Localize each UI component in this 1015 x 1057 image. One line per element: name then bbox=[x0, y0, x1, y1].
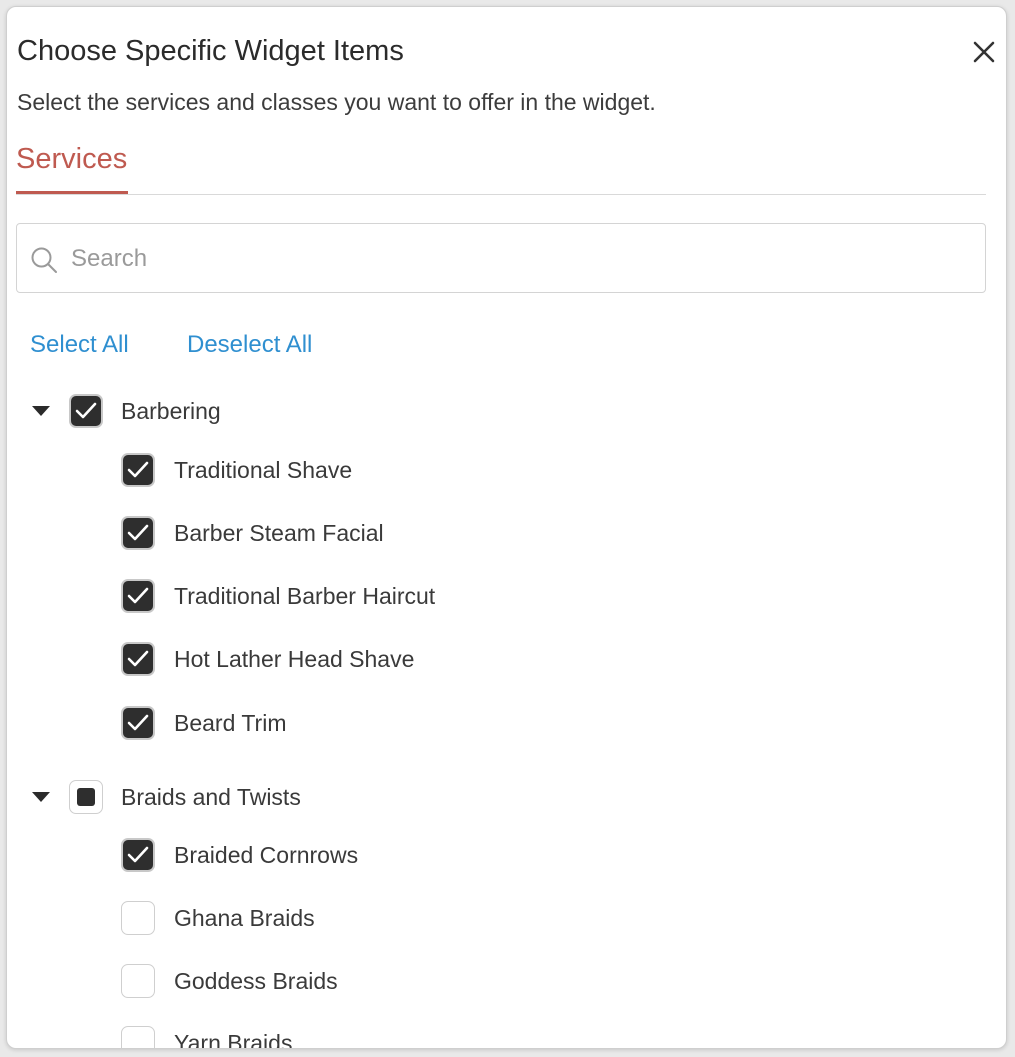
list-item: Traditional Barber Haircut bbox=[121, 577, 721, 617]
group-label: Barbering bbox=[121, 398, 221, 424]
select-all-link[interactable]: Select All bbox=[30, 329, 129, 361]
list-item: Goddess Braids bbox=[121, 962, 721, 1002]
dialog-subtitle: Select the services and classes you want… bbox=[17, 89, 656, 115]
item-label: Barber Steam Facial bbox=[174, 520, 384, 546]
checkmark-icon bbox=[127, 714, 149, 731]
checkmark-icon bbox=[127, 846, 149, 863]
caret-down-icon[interactable] bbox=[31, 790, 51, 804]
tab-bar: Services bbox=[16, 137, 986, 195]
list-item: Yarn Braids bbox=[121, 1024, 721, 1049]
item-checkbox[interactable] bbox=[121, 964, 155, 998]
group-checkbox-braids-and-twists[interactable] bbox=[69, 780, 103, 814]
search-box bbox=[16, 223, 986, 294]
group-checkbox-barbering[interactable] bbox=[69, 394, 103, 428]
item-label: Ghana Braids bbox=[174, 905, 315, 931]
checkmark-icon bbox=[127, 524, 149, 541]
checkmark-icon bbox=[127, 650, 149, 667]
item-checkbox[interactable] bbox=[121, 579, 155, 613]
search-icon bbox=[31, 247, 57, 273]
item-checkbox[interactable] bbox=[121, 642, 155, 676]
item-label: Hot Lather Head Shave bbox=[174, 646, 415, 672]
checkmark-icon bbox=[127, 461, 149, 478]
item-checkbox[interactable] bbox=[121, 453, 155, 487]
item-checkbox[interactable] bbox=[121, 838, 155, 872]
list-item: Ghana Braids bbox=[121, 899, 721, 939]
list-item: Hot Lather Head Shave bbox=[121, 640, 721, 680]
list-item: Barber Steam Facial bbox=[121, 514, 721, 554]
search-input[interactable] bbox=[69, 224, 973, 294]
item-label: Beard Trim bbox=[174, 710, 287, 736]
checkmark-icon bbox=[127, 587, 149, 604]
item-checkbox[interactable] bbox=[121, 1026, 155, 1048]
dialog-title: Choose Specific Widget Items bbox=[17, 35, 404, 67]
group-row-barbering: Barbering bbox=[31, 391, 531, 431]
deselect-all-link[interactable]: Deselect All bbox=[187, 329, 312, 361]
item-checkbox[interactable] bbox=[121, 516, 155, 550]
item-label: Traditional Shave bbox=[174, 457, 353, 483]
checkmark-icon bbox=[75, 402, 97, 419]
choose-widget-items-dialog: Choose Specific Widget Items Select the … bbox=[6, 6, 1007, 1049]
caret-down-icon[interactable] bbox=[31, 404, 51, 418]
item-checkbox[interactable] bbox=[121, 901, 155, 935]
list-item: Traditional Shave bbox=[121, 451, 721, 491]
group-row-braids-and-twists: Braids and Twists bbox=[31, 777, 531, 817]
close-button[interactable] bbox=[967, 35, 1001, 69]
item-label: Yarn Braids bbox=[174, 1030, 293, 1049]
close-icon bbox=[973, 41, 995, 63]
item-label: Braided Cornrows bbox=[174, 842, 359, 868]
list-item: Braided Cornrows bbox=[121, 836, 721, 876]
item-label: Goddess Braids bbox=[174, 968, 338, 994]
indeterminate-icon bbox=[77, 788, 95, 806]
item-checkbox[interactable] bbox=[121, 706, 155, 740]
item-label: Traditional Barber Haircut bbox=[174, 583, 436, 609]
group-label: Braids and Twists bbox=[121, 784, 301, 810]
tab-services[interactable]: Services bbox=[16, 137, 129, 194]
list-item: Beard Trim bbox=[121, 704, 721, 744]
